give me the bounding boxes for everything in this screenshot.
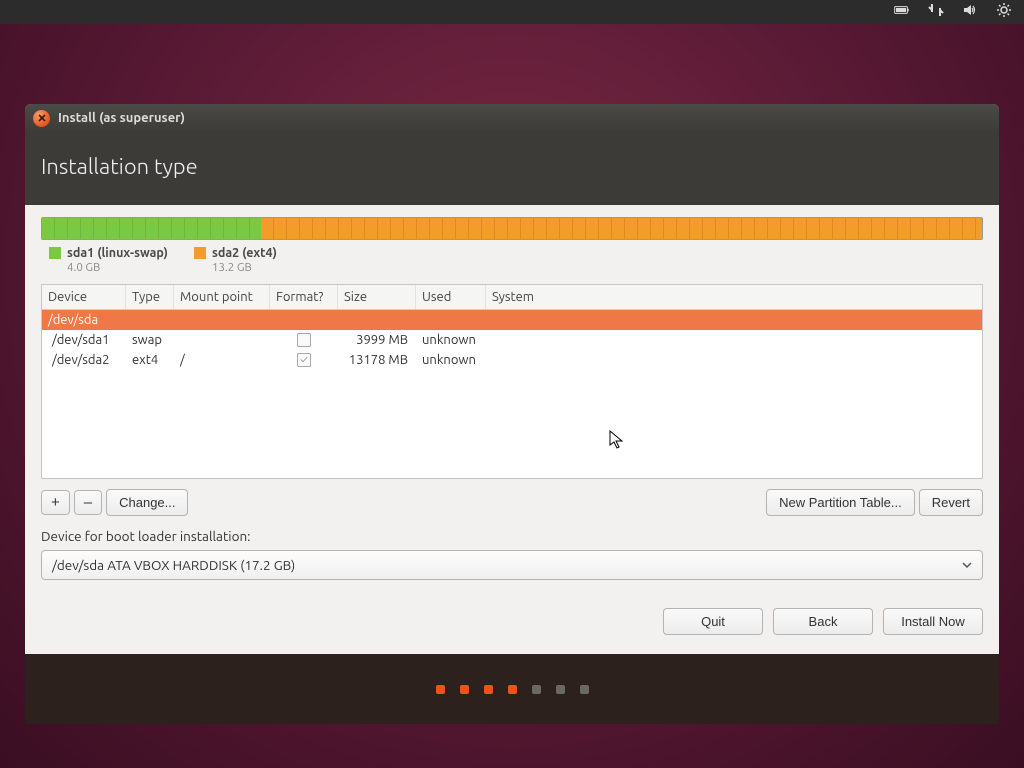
progress-dot: [436, 685, 445, 694]
progress-dots: [25, 654, 999, 724]
window-title: Install (as superuser): [58, 111, 185, 125]
add-partition-button[interactable]: +: [41, 490, 70, 515]
bootloader-label: Device for boot loader installation:: [41, 528, 983, 544]
cell-system: [486, 330, 982, 350]
bar-segment-swap[interactable]: [42, 218, 261, 239]
disk-usage-bar[interactable]: sda1 (linux-swap)4.0 GB sda2 (ext4)13.2 G…: [41, 217, 983, 284]
legend-item: sda1 (linux-swap)4.0 GB: [49, 246, 168, 274]
progress-dot: [556, 685, 565, 694]
battery-icon[interactable]: [894, 2, 910, 22]
volume-icon[interactable]: [962, 2, 978, 22]
bar-segment-ext4[interactable]: [261, 218, 982, 239]
column-header[interactable]: System: [486, 285, 982, 309]
column-header[interactable]: Mount point: [174, 285, 270, 309]
revert-button[interactable]: Revert: [919, 489, 983, 516]
column-header[interactable]: Format?: [270, 285, 338, 309]
format-checkbox[interactable]: [297, 353, 311, 367]
page-heading: Installation type: [25, 132, 999, 205]
column-header[interactable]: Size: [338, 285, 416, 309]
install-now-button[interactable]: Install Now: [883, 608, 983, 635]
cell-type: swap: [126, 330, 174, 350]
titlebar[interactable]: Install (as superuser): [25, 104, 999, 132]
quit-button[interactable]: Quit: [663, 608, 763, 635]
partition-row[interactable]: /dev/sda2ext4/ 13178 MBunknown: [42, 350, 982, 370]
back-button[interactable]: Back: [773, 608, 873, 635]
progress-dot: [508, 685, 517, 694]
disk-row[interactable]: /dev/sda: [42, 310, 982, 330]
bootloader-selected: /dev/sda ATA VBOX HARDDISK (17.2 GB): [52, 557, 295, 573]
legend-size: 13.2 GB: [212, 261, 277, 274]
new-partition-table-button[interactable]: New Partition Table...: [766, 489, 915, 516]
cell-format[interactable]: [270, 350, 338, 370]
progress-dot: [532, 685, 541, 694]
progress-dot: [580, 685, 589, 694]
cell-system: [486, 350, 982, 370]
cell-size: 13178 MB: [338, 350, 416, 370]
partition-table[interactable]: DeviceTypeMount pointFormat?SizeUsedSyst…: [41, 284, 983, 479]
column-header[interactable]: Used: [416, 285, 486, 309]
legend-item: sda2 (ext4)13.2 GB: [194, 246, 277, 274]
legend-title: sda2 (ext4): [212, 246, 277, 260]
bootloader-select[interactable]: /dev/sda ATA VBOX HARDDISK (17.2 GB): [41, 550, 983, 580]
installer-window: Install (as superuser) Installation type…: [25, 104, 999, 724]
legend-swatch: [194, 247, 206, 259]
cell-mount: /: [174, 350, 270, 370]
top-menubar: [0, 0, 1024, 24]
cell-used: unknown: [416, 330, 486, 350]
cell-used: unknown: [416, 350, 486, 370]
progress-dot: [484, 685, 493, 694]
partition-row[interactable]: /dev/sda1swap 3999 MBunknown: [42, 330, 982, 350]
cell-mount: [174, 330, 270, 350]
format-checkbox[interactable]: [297, 333, 311, 347]
cell-format[interactable]: [270, 330, 338, 350]
cell-size: 3999 MB: [338, 330, 416, 350]
legend-swatch: [49, 247, 61, 259]
cell-device: /dev/sda1: [42, 330, 126, 350]
legend-title: sda1 (linux-swap): [67, 246, 168, 260]
chevron-down-icon: [962, 557, 972, 573]
remove-partition-button[interactable]: –: [74, 490, 102, 515]
change-partition-button[interactable]: Change...: [106, 489, 188, 516]
column-header[interactable]: Type: [126, 285, 174, 309]
cell-type: ext4: [126, 350, 174, 370]
cell-device: /dev/sda2: [42, 350, 126, 370]
close-button[interactable]: [33, 110, 50, 127]
gear-icon[interactable]: [996, 2, 1012, 22]
progress-dot: [460, 685, 469, 694]
network-icon[interactable]: [928, 2, 944, 22]
legend-size: 4.0 GB: [67, 261, 168, 274]
column-header[interactable]: Device: [42, 285, 126, 309]
